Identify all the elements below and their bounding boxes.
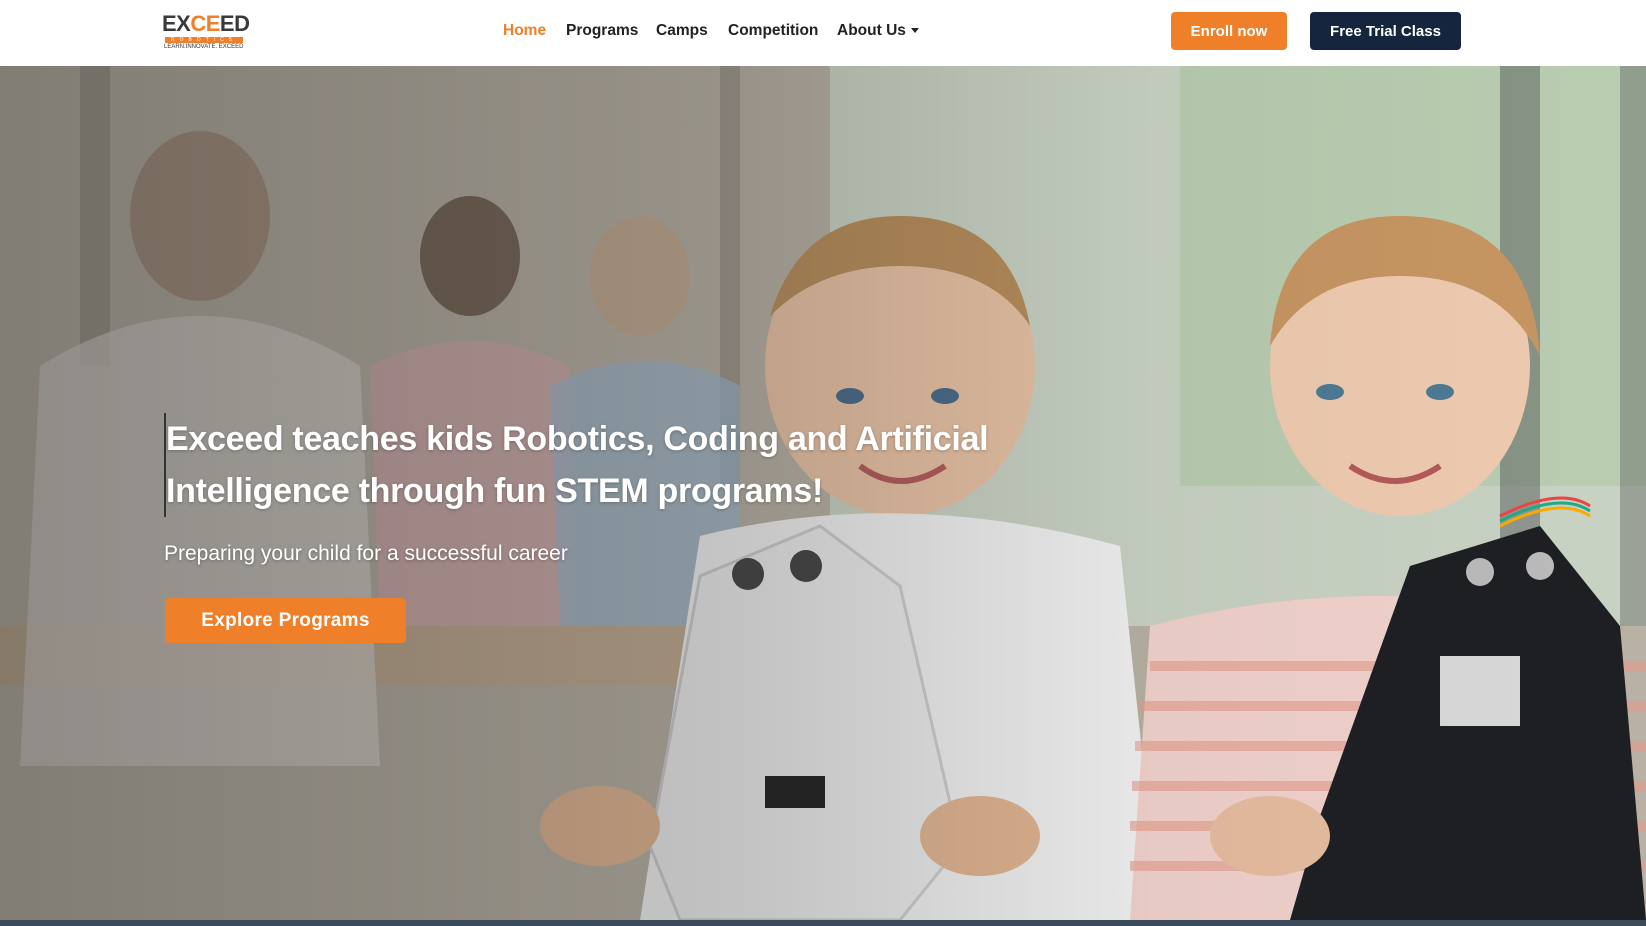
nav-competition[interactable]: Competition [728, 20, 818, 42]
logo-text-ed: ED [219, 11, 250, 36]
caret-down-icon [910, 28, 919, 34]
logo-text-ce: CE [190, 11, 220, 36]
explore-programs-button[interactable]: Explore Programs [165, 598, 406, 643]
logo-wordmark: EXCEED [162, 11, 250, 36]
hero-headline: Exceed teaches kids Robotics, Coding and… [164, 413, 1046, 517]
hero-section: Exceed teaches kids Robotics, Coding and… [0, 66, 1646, 920]
hero-subtitle: Preparing your child for a successful ca… [164, 542, 568, 565]
nav-programs[interactable]: Programs [566, 20, 638, 42]
exceed-robotics-logo[interactable]: EXCEED ROBOTICS LEARN.INNOVATE. EXCEED [162, 9, 252, 51]
nav-camps[interactable]: Camps [656, 20, 708, 42]
section-divider [0, 920, 1646, 926]
nav-about-us[interactable]: About Us [837, 20, 919, 42]
logo-tagline: LEARN.INNOVATE. EXCEED [164, 44, 244, 50]
logo-text-ex: EX [162, 11, 191, 36]
free-trial-class-button[interactable]: Free Trial Class [1310, 12, 1461, 50]
nav-about-us-label: About Us [837, 22, 906, 39]
navbar: EXCEED ROBOTICS LEARN.INNOVATE. EXCEED H… [0, 0, 1646, 66]
enroll-now-button[interactable]: Enroll now [1171, 12, 1287, 50]
nav-home[interactable]: Home [503, 20, 546, 42]
logo-subtitle: ROBOTICS [165, 37, 243, 43]
